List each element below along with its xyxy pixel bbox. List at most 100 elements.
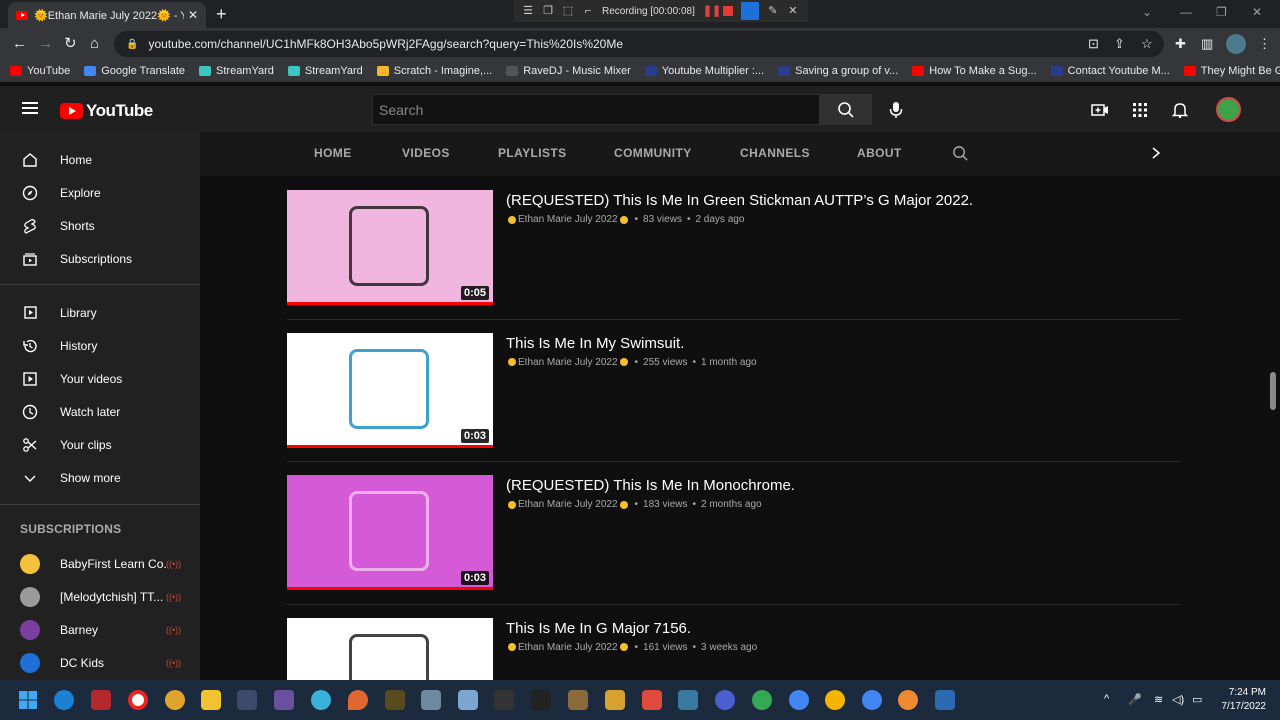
chrome-dev-icon[interactable] [789, 690, 809, 710]
guide-menu-icon[interactable] [22, 102, 38, 114]
side-panel-icon[interactable]: ▥ [1201, 36, 1213, 52]
page-scrollbar[interactable] [1270, 372, 1276, 410]
chrome-icon[interactable] [165, 690, 185, 710]
video-editor-icon[interactable] [274, 690, 294, 710]
profile-avatar[interactable] [1226, 34, 1246, 54]
channel-name[interactable]: Ethan Marie July 2022 [518, 357, 618, 368]
video-thumbnail[interactable]: 0:03 [287, 332, 493, 448]
drop-app-icon[interactable] [348, 690, 368, 710]
video-title[interactable]: This Is Me In My Swimsuit. [506, 335, 684, 352]
extensions-icon[interactable]: ✚ [1175, 36, 1186, 52]
tab-playlists[interactable]: PLAYLISTS [498, 146, 567, 160]
maximize-icon[interactable]: ❐ [1216, 5, 1227, 19]
file-explorer-icon[interactable] [201, 690, 221, 710]
subscription-item[interactable]: Barney ((•)) [0, 615, 200, 645]
video-result[interactable]: 0:05 (REQUESTED) This Is Me In Green Stic… [287, 190, 1180, 305]
sidebar-item-subscriptions[interactable]: Subscriptions [0, 243, 200, 275]
window-close-icon[interactable]: ✕ [1252, 5, 1262, 19]
chevron-right-icon[interactable] [1150, 146, 1162, 160]
subscription-item[interactable]: [Melodytchish] TT... ((•)) [0, 582, 200, 612]
recorder-icon[interactable] [128, 690, 148, 710]
minimize-icon[interactable]: — [1180, 5, 1192, 19]
bookmark-item[interactable]: Youtube Multiplier :... [644, 65, 764, 77]
bookmark-item[interactable]: StreamYard [287, 65, 363, 77]
video-title[interactable]: (REQUESTED) This Is Me In Monochrome. [506, 477, 795, 494]
stop-icon[interactable] [722, 6, 733, 16]
shield-app-icon[interactable] [91, 690, 111, 710]
close-recorder-icon[interactable]: ✕ [787, 5, 799, 17]
sidebar-item-home[interactable]: Home [0, 144, 200, 176]
bookmark-item[interactable]: Google Translate [84, 65, 185, 77]
back-icon[interactable]: ← [12, 36, 27, 52]
sidebar-item-show-more[interactable]: Show more [0, 462, 200, 494]
install-icon[interactable]: ⊡ [1088, 36, 1099, 52]
url-field[interactable]: 🔒 youtube.com/channel/UC1hMFk8OH3Abo5pWR… [114, 31, 1164, 57]
wifi-icon[interactable]: ≋ [1154, 693, 1163, 706]
a-app-icon[interactable] [898, 690, 918, 710]
cube-app-icon[interactable] [458, 690, 478, 710]
bookmark-item[interactable]: RaveDJ - Music Mixer [506, 65, 631, 77]
video-result[interactable]: This Is Me In G Major 7156. Ethan Marie J… [287, 617, 1180, 680]
character-app-icon[interactable] [568, 690, 588, 710]
taskbar-clock[interactable]: 7:24 PM 7/17/2022 [1210, 686, 1267, 714]
sidebar-item-your-videos[interactable]: Your videos [0, 363, 200, 395]
vivaldi-icon[interactable] [715, 690, 735, 710]
video-thumbnail[interactable] [287, 617, 493, 680]
piano-app-icon[interactable] [494, 690, 514, 710]
tab-close-icon[interactable]: ✕ [188, 8, 198, 22]
subscription-item[interactable]: DC Kids ((•)) [0, 648, 200, 678]
create-video-icon[interactable] [1091, 101, 1109, 119]
bookmark-item[interactable]: Scratch - Imagine,... [376, 65, 492, 77]
video-title[interactable]: This Is Me In G Major 7156. [506, 620, 691, 637]
video-title[interactable]: (REQUESTED) This Is Me In Green Stickman… [506, 192, 973, 209]
search-input[interactable]: Search [372, 94, 820, 125]
edge-icon[interactable] [54, 690, 74, 710]
chrome-beta-icon[interactable] [752, 690, 772, 710]
browser-menu-icon[interactable]: ⋮ [1258, 36, 1271, 52]
account-avatar[interactable] [1216, 97, 1241, 122]
new-tab-button[interactable]: + [216, 4, 227, 24]
microphone-icon[interactable] [887, 101, 905, 119]
tab-channels[interactable]: CHANNELS [740, 146, 810, 160]
pen-icon[interactable]: ✎ [767, 5, 779, 17]
search-button[interactable] [820, 94, 872, 125]
channel-search-icon[interactable] [952, 145, 969, 162]
battery-icon[interactable]: ▭ [1192, 693, 1202, 706]
bookmark-item[interactable]: Contact Youtube M... [1050, 65, 1170, 77]
sidebar-item-explore[interactable]: Explore [0, 177, 200, 209]
volume-icon[interactable]: ◁) [1172, 693, 1184, 706]
sidebar-item-shorts[interactable]: Shorts [0, 210, 200, 242]
bookmark-item[interactable]: YouTube [10, 65, 70, 77]
bookmark-item[interactable]: They Might Be Gian... [1183, 65, 1280, 77]
channel-name[interactable]: Ethan Marie July 2022 [518, 214, 618, 225]
tab-videos[interactable]: VIDEOS [402, 146, 450, 160]
subscription-item[interactable]: BabyFirst Learn Co... ((•)) [0, 549, 200, 579]
window-icon[interactable]: ❐ [542, 5, 554, 17]
pause-icon[interactable]: ❚❚ [703, 5, 721, 17]
windows-start-icon[interactable] [18, 690, 38, 710]
tab-home[interactable]: HOME [314, 146, 352, 160]
bookmark-item[interactable]: StreamYard [199, 65, 274, 77]
camera-icon[interactable] [740, 2, 759, 20]
brave-icon[interactable] [642, 690, 662, 710]
tab-about[interactable]: ABOUT [857, 146, 902, 160]
game-app-icon[interactable] [421, 690, 441, 710]
apps-grid-icon[interactable] [1131, 101, 1149, 119]
browser-tab[interactable]: 🌞Ethan Marie July 2022🌞 - Yo ✕ [8, 2, 206, 28]
video-thumbnail[interactable]: 0:05 [287, 190, 493, 305]
tray-chevron-icon[interactable]: ^ [1104, 693, 1109, 705]
video-result[interactable]: 0:03 This Is Me In My Swimsuit. Ethan Mari… [287, 332, 1180, 448]
chromium-icon[interactable] [862, 690, 882, 710]
notifications-bell-icon[interactable] [1171, 101, 1189, 119]
dolphin-app-icon[interactable] [678, 690, 698, 710]
tab-search-icon[interactable]: ⌄ [1142, 5, 1152, 19]
video-thumbnail[interactable]: 0:03 [287, 475, 493, 590]
box-app-icon[interactable] [605, 690, 625, 710]
globe-app-icon[interactable] [311, 690, 331, 710]
youtube-logo[interactable]: YouTube [60, 101, 153, 121]
crop-icon[interactable]: ⌐ [582, 5, 594, 17]
reload-icon[interactable]: ↻ [64, 36, 77, 52]
region-icon[interactable]: ⬚ [562, 5, 574, 17]
sidebar-item-history[interactable]: History [0, 330, 200, 362]
channel-name[interactable]: Ethan Marie July 2022 [518, 499, 618, 510]
